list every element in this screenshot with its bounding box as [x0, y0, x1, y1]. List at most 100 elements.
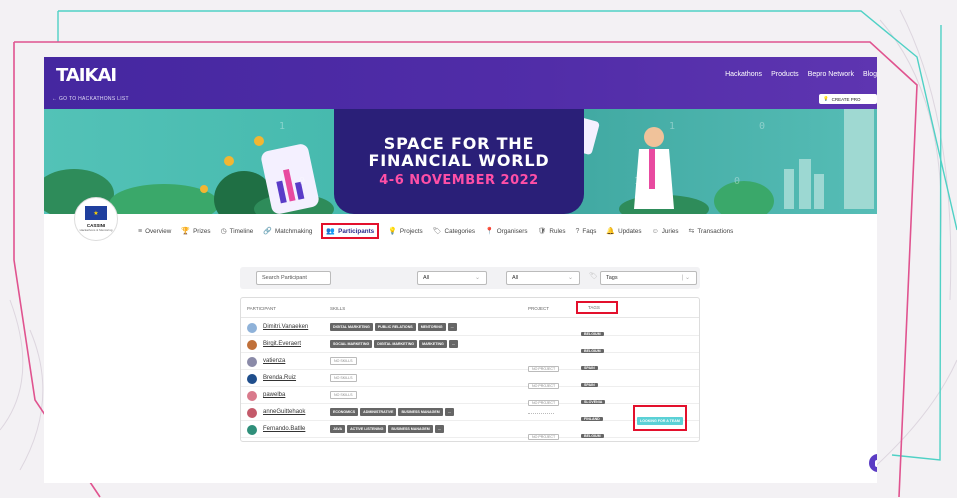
svg-text:1: 1 — [669, 121, 675, 132]
more-skills-chip[interactable]: ... — [434, 425, 444, 433]
select-value: All — [423, 275, 430, 281]
nav-products[interactable]: Products — [771, 71, 799, 78]
participant-name-link[interactable]: Birgit.Everaert — [263, 341, 301, 347]
project-cell: NO PROJECT — [528, 425, 560, 443]
nav-blog[interactable]: Blog — [863, 71, 877, 78]
create-project-button[interactable]: 💡 CREATE PRO — [819, 94, 877, 104]
banner-title: SPACE FOR THE FINANCIAL WORLD — [334, 135, 584, 169]
tab-projects[interactable]: 💡 Projects — [387, 223, 423, 239]
skill-chip: NO SKILLS — [330, 391, 357, 399]
nav-bepro-network[interactable]: Bepro Network — [808, 71, 854, 78]
tab-participants[interactable]: 👥 Participants — [321, 223, 380, 239]
participant-name-link[interactable]: Dimitri.Vanaeken — [263, 324, 308, 330]
organizer-subtitle: Hackathons & Mentoring — [79, 228, 113, 232]
participant-name-link[interactable]: vatienza — [263, 358, 285, 364]
tab-label: Categories — [444, 227, 475, 235]
tab-label: Prizes — [193, 227, 211, 235]
more-skills-chip[interactable]: ... — [447, 323, 457, 331]
tab-updates[interactable]: 🔔 Updates — [605, 223, 642, 239]
tags-select[interactable]: Tags | ⌄ — [600, 271, 697, 285]
organizer-avatar[interactable]: ★ CASSINI Hackathons & Mentoring — [74, 197, 118, 241]
tab-label: Rules — [549, 227, 566, 235]
filter-select-1[interactable]: All ⌄ — [417, 271, 487, 285]
table-row: vatienza NO SKILLS NO PROJECT SPAIN — [241, 354, 699, 372]
create-button-label: CREATE PRO — [831, 96, 861, 102]
trophy-icon: 🏆 — [181, 228, 191, 235]
table-row: Birgit.Everaert SOCIAL MARKETING DIGITAL M… — [241, 337, 699, 353]
participants-table: PARTICIPANT SKILLS PROJECT TAGS Dimitri.… — [240, 297, 700, 442]
people-icon: 👥 — [326, 228, 336, 235]
clock-icon: ◷ — [220, 228, 227, 235]
avatar[interactable] — [247, 323, 257, 333]
select-value: All — [512, 275, 519, 281]
banner-title-line1: SPACE FOR THE — [383, 134, 535, 153]
more-skills-chip[interactable]: ... — [448, 340, 458, 348]
skill-chip: DIGITAL MARKETING — [330, 323, 373, 331]
participant-name-link[interactable]: Fernando.Batlle — [263, 426, 305, 432]
tab-label: Participants — [338, 227, 375, 235]
header-skills: SKILLS — [330, 306, 346, 311]
skill-chip: SOCIAL MARKETING — [330, 340, 373, 348]
taikai-logo[interactable]: TAIKAI — [56, 65, 117, 86]
country-tag-chip: BELGIUM — [581, 332, 604, 336]
chat-icon — [874, 459, 877, 467]
tab-organisers[interactable]: 📍 Organisers — [484, 223, 529, 239]
skill-chip: BUSINESS MANAGEM — [398, 408, 443, 416]
tab-juries[interactable]: ☺ Juries — [651, 223, 680, 239]
svg-text:1: 1 — [279, 121, 285, 132]
avatar[interactable] — [247, 425, 257, 435]
svg-text:0: 0 — [299, 176, 305, 187]
app-window: TAIKAI Hackathons Products Bepro Network… — [44, 57, 877, 483]
header-tags: TAGS — [576, 301, 618, 314]
tab-timeline[interactable]: ◷ Timeline — [220, 223, 255, 239]
tab-overview[interactable]: ≡ Overview — [137, 223, 172, 239]
tab-label: Matchmaking — [274, 227, 313, 235]
tab-matchmaking[interactable]: 🔗 Matchmaking — [262, 223, 313, 239]
avatar[interactable] — [247, 357, 257, 367]
tab-categories[interactable]: 🏷 Categories — [432, 223, 476, 239]
table-header: PARTICIPANT SKILLS PROJECT TAGS — [241, 298, 699, 318]
select-value: Tags — [606, 275, 618, 281]
tab-label: Organisers — [496, 227, 528, 235]
participant-name-link[interactable]: pawelba — [263, 392, 285, 398]
participant-name-link[interactable]: anneGuittehaok — [263, 409, 305, 415]
skill-chip: DIGITAL MARKETING — [374, 340, 418, 348]
no-project-chip: NO PROJECT — [528, 434, 560, 440]
tab-prizes[interactable]: 🏆 Prizes — [180, 223, 211, 239]
table-row: pawelba NO SKILLS NO PROJECT SLOVENIA — [241, 388, 699, 406]
header-participant: PARTICIPANT — [247, 306, 277, 311]
tab-label: Transactions — [697, 227, 734, 235]
tab-rules[interactable]: 🛡 Rules — [537, 223, 567, 239]
skill-chip: BUSINESS MANAGEM — [388, 425, 433, 433]
table-row: Brenda.Ruiz NO SKILLS NO PROJECT SPAIN — [241, 371, 699, 389]
tab-label: Timeline — [229, 227, 254, 235]
bell-icon: 🔔 — [606, 228, 616, 235]
project-empty-placeholder — [528, 413, 554, 414]
banner-title-line2: FINANCIAL WORLD — [368, 151, 550, 170]
skills-list: DIGITAL MARKETING PUBLIC RELATIONS MENTORI… — [330, 323, 457, 331]
country-tag-chip: SLOVENIA — [581, 400, 606, 404]
avatar[interactable] — [247, 374, 257, 384]
chat-launcher-button[interactable] — [869, 454, 877, 472]
pin-icon: 📍 — [484, 228, 494, 235]
country-tag-chip: SPAIN — [581, 366, 598, 370]
hackathon-tabs: ≡ Overview 🏆 Prizes ◷ Timeline 🔗 Matchmaking… — [137, 223, 734, 239]
avatar[interactable] — [247, 391, 257, 401]
nav-hackathons[interactable]: Hackathons — [725, 71, 762, 78]
link-icon: 🔗 — [263, 228, 272, 235]
filter-select-2[interactable]: All ⌄ — [506, 271, 580, 285]
more-skills-chip[interactable]: ... — [444, 408, 454, 416]
search-participant-input[interactable]: Search Participant — [256, 271, 331, 285]
tab-faqs[interactable]: ? Faqs — [575, 223, 598, 239]
tag-cell: BELGIUM — [581, 424, 604, 442]
table-row: Dimitri.Vanaeken DIGITAL MARKETING PUBLIC … — [241, 320, 699, 336]
avatar[interactable] — [247, 408, 257, 418]
participant-filters: Search Participant All ⌄ All ⌄ 🏷 Tags | ⌄ — [240, 267, 700, 289]
tab-transactions[interactable]: ⇆ Transactions — [688, 223, 735, 239]
tab-label: Faqs — [582, 227, 597, 235]
skill-chip: PUBLIC RELATIONS — [374, 323, 416, 331]
avatar[interactable] — [247, 340, 257, 350]
eu-flag-icon: ★ — [85, 206, 107, 220]
back-to-hackathons-link[interactable]: ← GO TO HACKATHONS LIST — [52, 96, 129, 102]
participant-name-link[interactable]: Brenda.Ruiz — [263, 375, 296, 381]
